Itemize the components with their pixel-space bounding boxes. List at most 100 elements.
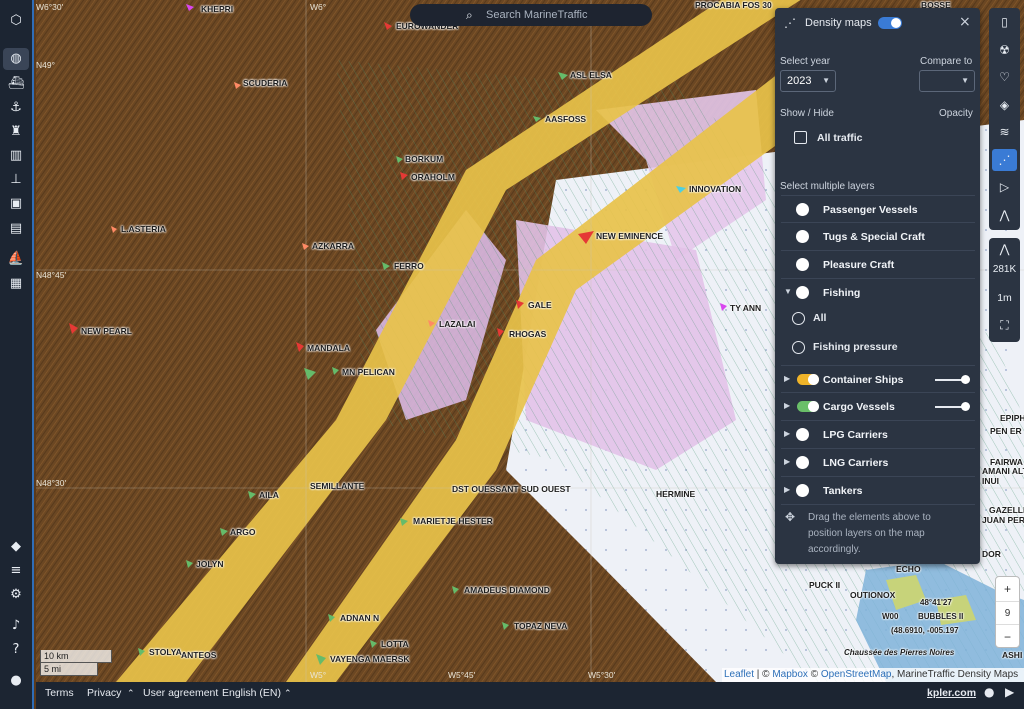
play-icon[interactable]: ▷: [992, 176, 1017, 198]
ship-icon[interactable]: ⛴: [3, 73, 29, 95]
vessel-marker: [248, 491, 256, 499]
time-filter[interactable]: 1m: [989, 292, 1020, 304]
ferry-icon[interactable]: ⛵: [3, 248, 29, 270]
compass-icon[interactable]: ⋀: [992, 204, 1017, 226]
attribution-separator: | ©: [754, 669, 773, 680]
chevron-down-icon[interactable]: ▼: [784, 287, 792, 296]
globe-icon[interactable]: ◍: [3, 48, 29, 70]
layer-row-passenger[interactable]: Passenger Vessels: [781, 195, 975, 223]
search-bar[interactable]: ⌕ Search MarineTraffic: [410, 4, 652, 26]
chevron-up-icon[interactable]: ⌃: [284, 688, 292, 699]
help-icon[interactable]: ?: [3, 639, 29, 661]
kpler-link[interactable]: kpler.com: [927, 687, 976, 699]
heart-icon[interactable]: ♡: [992, 66, 1017, 88]
map-layers-book-icon[interactable]: ▯: [992, 11, 1017, 33]
layer-toggle[interactable]: [797, 374, 819, 385]
toggle-knob: [891, 18, 901, 28]
vessel-marker: [400, 172, 408, 180]
fishing-pressure-radio[interactable]: [792, 341, 805, 354]
all-traffic-checkbox[interactable]: [794, 131, 807, 144]
radiation-icon[interactable]: ☢: [992, 39, 1017, 61]
zoom-in-button[interactable]: +: [996, 577, 1019, 601]
chevron-right-icon[interactable]: ▶: [784, 457, 790, 466]
language-select[interactable]: English (EN): [222, 687, 281, 699]
vessel-marker: [578, 231, 594, 244]
panel-title: Density maps: [805, 17, 872, 29]
layer-radio[interactable]: [796, 258, 809, 271]
layer-row-pleasure[interactable]: Pleasure Craft: [781, 251, 975, 279]
fishing-all-radio[interactable]: [792, 312, 805, 325]
chevron-right-icon[interactable]: ▶: [784, 485, 790, 494]
privacy-link[interactable]: Privacy: [87, 687, 121, 699]
compare-to-label: Compare to: [920, 56, 973, 67]
lighthouse-icon[interactable]: ♜: [3, 121, 29, 143]
attribution-text: , MarineTraffic Density Maps: [891, 669, 1019, 680]
apple-icon[interactable]: ●: [984, 685, 994, 699]
select-layers-label: Select multiple layers: [780, 181, 875, 192]
year-value: 2023: [787, 75, 812, 87]
mapbox-link[interactable]: Mapbox: [772, 669, 808, 680]
layer-label: Tugs & Special Craft: [823, 231, 925, 243]
building-icon[interactable]: ▥: [3, 145, 29, 167]
layers-icon[interactable]: ◈: [992, 94, 1017, 116]
database-icon[interactable]: ≡: [3, 560, 29, 582]
tag-icon[interactable]: ◆: [3, 536, 29, 558]
layer-radio[interactable]: [796, 203, 809, 216]
chevron-up-icon[interactable]: ⌃: [127, 688, 135, 699]
layer-row-cargo[interactable]: ▶ Cargo Vessels: [781, 393, 975, 421]
fullscreen-icon[interactable]: ⛶: [989, 318, 1020, 333]
vessel-marker: [452, 586, 459, 594]
zoom-out-button[interactable]: −: [996, 625, 1019, 649]
image-icon[interactable]: ▣: [3, 193, 29, 215]
search-input[interactable]: Search MarineTraffic: [486, 9, 587, 21]
map-tools: ▯ ☢ ♡ ◈ ≋ ⋰ ▷ ⋀: [989, 8, 1020, 230]
weather-icon[interactable]: ≋: [992, 121, 1017, 143]
chevron-right-icon[interactable]: ▶: [784, 429, 790, 438]
user-agreement-link[interactable]: User agreement: [143, 687, 218, 699]
user-icon[interactable]: ●: [3, 670, 29, 692]
chevron-right-icon[interactable]: ▶: [784, 374, 790, 383]
opacity-slider[interactable]: [935, 375, 970, 384]
fishing-option-label: Fishing pressure: [813, 341, 898, 353]
layer-radio[interactable]: [796, 230, 809, 243]
layer-radio[interactable]: [796, 286, 809, 299]
layer-radio[interactable]: [796, 428, 809, 441]
navigation-icon[interactable]: ⋀: [989, 242, 1020, 256]
close-icon[interactable]: ×: [959, 14, 971, 30]
layer-toggle[interactable]: [797, 401, 819, 412]
antenna-icon[interactable]: ⊥: [3, 169, 29, 191]
vessel-marker: [234, 82, 241, 89]
logo-icon[interactable]: ⬡: [3, 10, 29, 32]
slider-handle[interactable]: [961, 402, 970, 411]
network-icon[interactable]: ⚙: [3, 584, 29, 606]
density-icon[interactable]: ⋰: [992, 149, 1017, 171]
compare-select[interactable]: ▼: [919, 70, 975, 92]
year-select[interactable]: 2023 ▼: [780, 70, 836, 92]
chevron-right-icon[interactable]: ▶: [784, 401, 790, 410]
anchor-icon[interactable]: ⚓: [3, 97, 29, 119]
news-icon[interactable]: ▤: [3, 218, 29, 240]
bell-icon[interactable]: ♪: [3, 615, 29, 637]
layer-row-tugs[interactable]: Tugs & Special Craft: [781, 223, 975, 251]
layer-radio[interactable]: [796, 484, 809, 497]
layer-row-tankers[interactable]: ▶ Tankers: [781, 477, 975, 505]
map-tools-secondary: ⋀ 281K 1m ⛶: [989, 238, 1020, 342]
layer-row-fishing[interactable]: ▼ Fishing: [781, 279, 975, 307]
slider-handle[interactable]: [961, 375, 970, 384]
opacity-slider[interactable]: [935, 402, 970, 411]
layer-row-lpg[interactable]: ▶ LPG Carriers: [781, 421, 975, 449]
layer-radio[interactable]: [796, 456, 809, 469]
toggle-knob: [808, 374, 819, 385]
vessel-marker: [69, 323, 78, 334]
terms-link[interactable]: Terms: [45, 687, 74, 699]
osm-link[interactable]: OpenStreetMap: [821, 669, 892, 680]
layer-row-container[interactable]: ▶ Container Ships: [781, 365, 975, 393]
vessel-marker: [186, 560, 193, 568]
google-play-icon[interactable]: ▶: [1005, 685, 1014, 699]
density-maps-toggle[interactable]: [878, 17, 902, 29]
layer-row-lng[interactable]: ▶ LNG Carriers: [781, 449, 975, 477]
vessel-marker: [384, 22, 392, 30]
barcode-icon[interactable]: ▦: [3, 273, 29, 295]
density-icon: ⋰: [784, 16, 796, 30]
leaflet-link[interactable]: Leaflet: [724, 669, 754, 680]
